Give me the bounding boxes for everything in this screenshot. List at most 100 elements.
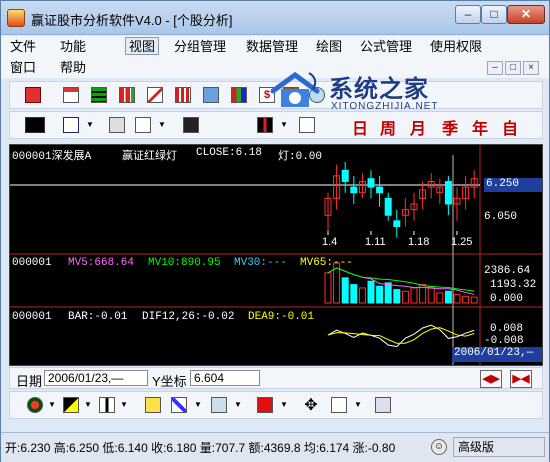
exit-icon — [25, 87, 41, 103]
menu-group-manage[interactable]: 分组管理 — [171, 38, 229, 56]
smiley-icon[interactable]: ☺ — [431, 439, 447, 455]
window-title: 赢证股市分析软件V4.0 - [个股分析] — [31, 13, 233, 28]
volume-bar — [350, 284, 358, 304]
title-bar: 赢证股市分析软件V4.0 - [个股分析] – □ ✕ — [1, 1, 549, 35]
maximize-button[interactable]: □ — [481, 5, 507, 24]
house-logo-icon — [270, 71, 320, 107]
status-bar: 开:6.230 高:6.250 低:6.140 收:6.180 量:707.7 … — [1, 432, 549, 462]
y-coordinate-label: Y坐标 — [152, 374, 187, 389]
candle-body — [376, 186, 384, 194]
candle-style-icon — [257, 117, 273, 133]
red-box-button[interactable] — [254, 395, 276, 415]
volume-bar — [358, 287, 366, 304]
trend-button[interactable] — [144, 85, 166, 105]
menu-view[interactable]: 视图 — [125, 37, 160, 55]
main-header-indicator: 赢证红绿灯 — [122, 151, 177, 163]
app-window: 赢证股市分析软件V4.0 - [个股分析] – □ ✕ 文件 功能 视图 分组管… — [0, 0, 550, 462]
volume-bar — [367, 280, 375, 304]
exit-button[interactable] — [22, 85, 44, 105]
period-month-button[interactable]: 月 — [410, 115, 426, 139]
app-logo-icon — [7, 9, 25, 27]
screen-dropdown-icon[interactable]: ▼ — [84, 401, 92, 409]
grid-chart-button[interactable] — [172, 85, 194, 105]
kline-button[interactable] — [22, 115, 48, 135]
calendar-button[interactable] — [60, 85, 82, 105]
date-field[interactable]: 2006/01/23,— — [44, 370, 148, 386]
square-button[interactable] — [372, 395, 394, 415]
kline-icon — [25, 117, 45, 133]
y-coordinate-field[interactable]: 6.604 — [190, 370, 260, 386]
layout-icon — [135, 117, 151, 133]
period-custom-button[interactable]: 自 — [502, 115, 518, 139]
table-icon — [91, 87, 107, 103]
expand-dropdown-icon[interactable]: ▼ — [354, 401, 362, 409]
kline-style-dropdown-icon[interactable]: ▼ — [280, 121, 288, 129]
volume-bar — [470, 296, 478, 304]
volume-bar — [341, 277, 349, 304]
candle-body — [444, 181, 452, 205]
bar-chart-icon — [119, 87, 135, 103]
move-button[interactable]: ✥ — [300, 395, 322, 415]
minimize-button[interactable]: – — [455, 5, 481, 24]
menu-formula-manage[interactable]: 公式管理 — [357, 38, 415, 56]
window-button[interactable] — [60, 115, 82, 135]
zoom-out-button[interactable]: ◀▶ — [480, 370, 502, 388]
calendar-icon — [63, 87, 79, 103]
status-quote-text: 开:6.230 高:6.250 低:6.140 收:6.180 量:707.7 … — [5, 441, 396, 455]
refresh-button[interactable] — [106, 115, 128, 135]
candle-dropdown-icon[interactable]: ▼ — [120, 401, 128, 409]
line-style-button[interactable] — [296, 115, 318, 135]
indicator-button[interactable] — [180, 115, 202, 135]
layout-dropdown-icon[interactable]: ▼ — [158, 121, 166, 129]
period-quarter-button[interactable]: 季 — [442, 115, 458, 139]
window-icon — [63, 117, 79, 133]
volume-bar — [393, 289, 401, 304]
grid-dropdown-icon[interactable]: ▼ — [234, 401, 242, 409]
menu-file[interactable]: 文件 — [7, 38, 39, 56]
grid-button[interactable] — [208, 395, 230, 415]
menu-help[interactable]: 帮助 — [57, 59, 89, 77]
candle-button[interactable] — [96, 395, 118, 415]
books-button[interactable] — [228, 85, 250, 105]
filter-button[interactable] — [142, 395, 164, 415]
books-icon — [231, 87, 247, 103]
bar-chart-button[interactable] — [116, 85, 138, 105]
computer-button[interactable] — [200, 85, 222, 105]
traffic-light-button[interactable] — [24, 395, 46, 415]
traffic-light-dropdown-icon[interactable]: ▼ — [48, 401, 56, 409]
period-year-button[interactable]: 年 — [472, 115, 488, 139]
menu-function[interactable]: 功能 — [57, 38, 89, 56]
mdi-close-button[interactable]: × — [523, 61, 539, 75]
expand-button[interactable] — [328, 395, 350, 415]
zoom-in-button[interactable]: ▶◀ — [510, 370, 532, 388]
kline-style-button[interactable] — [254, 115, 276, 135]
menu-window[interactable]: 窗口 — [7, 59, 39, 77]
layout-button[interactable] — [132, 115, 154, 135]
pen-button[interactable] — [168, 395, 190, 415]
grid-icon — [211, 397, 227, 413]
mdi-restore-button[interactable]: □ — [505, 61, 521, 75]
line-style-icon — [299, 117, 315, 133]
traffic-light-icon — [27, 397, 43, 413]
screen-button[interactable] — [60, 395, 82, 415]
period-day-button[interactable]: 日 — [352, 115, 368, 139]
date-tick-label: 1.25 — [451, 236, 472, 248]
vol-header-mv65: MV65:--- — [300, 257, 353, 269]
mdi-minimize-button[interactable]: – — [487, 61, 503, 75]
toolbar-chart: ▼ ▼ ▼ 日 周 月 季 年 自 — [9, 111, 543, 139]
volume-series — [324, 262, 478, 304]
candle-body — [341, 169, 349, 182]
menu-permission[interactable]: 使用权限 — [427, 38, 485, 56]
filter-icon — [145, 397, 161, 413]
stock-chart-panel[interactable]: 1.4 1.11 1.18 1.25 000001深发展A 赢证红绿灯 CLOSE:6… — [9, 144, 543, 366]
period-week-button[interactable]: 周 — [380, 115, 396, 139]
macd-axis-label-bottom: -0.008 — [484, 335, 524, 347]
pen-dropdown-icon[interactable]: ▼ — [194, 401, 202, 409]
menu-draw[interactable]: 绘图 — [313, 38, 345, 56]
window-dropdown-icon[interactable]: ▼ — [86, 121, 94, 129]
red-box-dropdown-icon[interactable]: ▼ — [280, 401, 288, 409]
menu-data-manage[interactable]: 数据管理 — [243, 38, 301, 56]
volume-bar — [453, 294, 461, 304]
table-button[interactable] — [88, 85, 110, 105]
close-button[interactable]: ✕ — [507, 5, 545, 24]
